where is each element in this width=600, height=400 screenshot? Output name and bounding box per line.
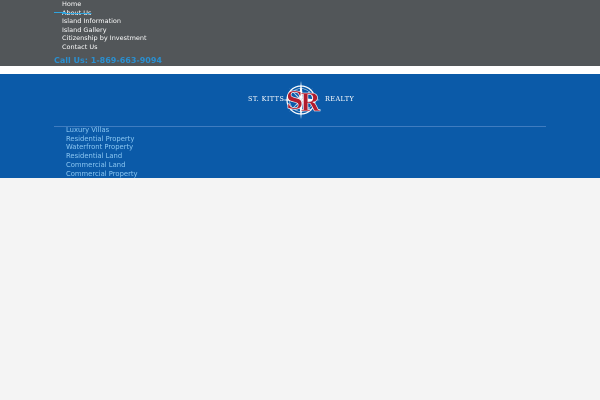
nav-item-label: Home	[62, 0, 82, 8]
top-navigation: Home About Us Island Information Island …	[62, 0, 147, 52]
nav-item-label: Island Information	[62, 17, 122, 26]
nav-item-label: About Us	[62, 8, 92, 17]
subnav-item-commercial-land[interactable]: Commercial Land	[66, 161, 138, 170]
logo-text-right: REALTY	[325, 95, 355, 103]
subnav-item-residential-land[interactable]: Residential Land	[66, 152, 138, 161]
nav-item-island-gallery[interactable]: Island Gallery	[62, 26, 147, 35]
compass-rose-icon: S R	[282, 81, 321, 119]
nav-item-label: Contact Us	[62, 42, 98, 51]
nav-item-citizenship-by-investment[interactable]: Citizenship by Investment	[62, 34, 147, 43]
header-separator	[0, 66, 600, 74]
nav-item-contact-us[interactable]: Contact Us	[62, 43, 147, 52]
subnav-item-residential-property[interactable]: Residential Property	[66, 135, 138, 144]
current-page-indicator	[54, 12, 66, 13]
property-navigation: Luxury Villas Residential Property Water…	[66, 126, 138, 178]
subnav-item-commercial-property[interactable]: Commercial Property	[66, 170, 138, 179]
nav-item-label: Island Gallery	[62, 25, 107, 34]
subnav-item-luxury-villas[interactable]: Luxury Villas	[66, 126, 138, 135]
nav-item-island-information[interactable]: Island Information	[62, 17, 147, 26]
st-kitts-realty-logo[interactable]: ST. KITTS S R REALTY	[245, 80, 355, 120]
logo-monogram-r: R	[300, 88, 321, 117]
top-bar: Home About Us Island Information Island …	[0, 0, 600, 66]
subnav-item-waterfront-property[interactable]: Waterfront Property	[66, 143, 138, 152]
nav-item-about-us[interactable]: About Us	[62, 9, 147, 18]
call-us-phone-link[interactable]: Call Us: 1-869-663-9094	[54, 56, 162, 65]
nav-item-home[interactable]: Home	[62, 0, 147, 9]
nav-item-label: Citizenship by Investment	[62, 34, 147, 43]
